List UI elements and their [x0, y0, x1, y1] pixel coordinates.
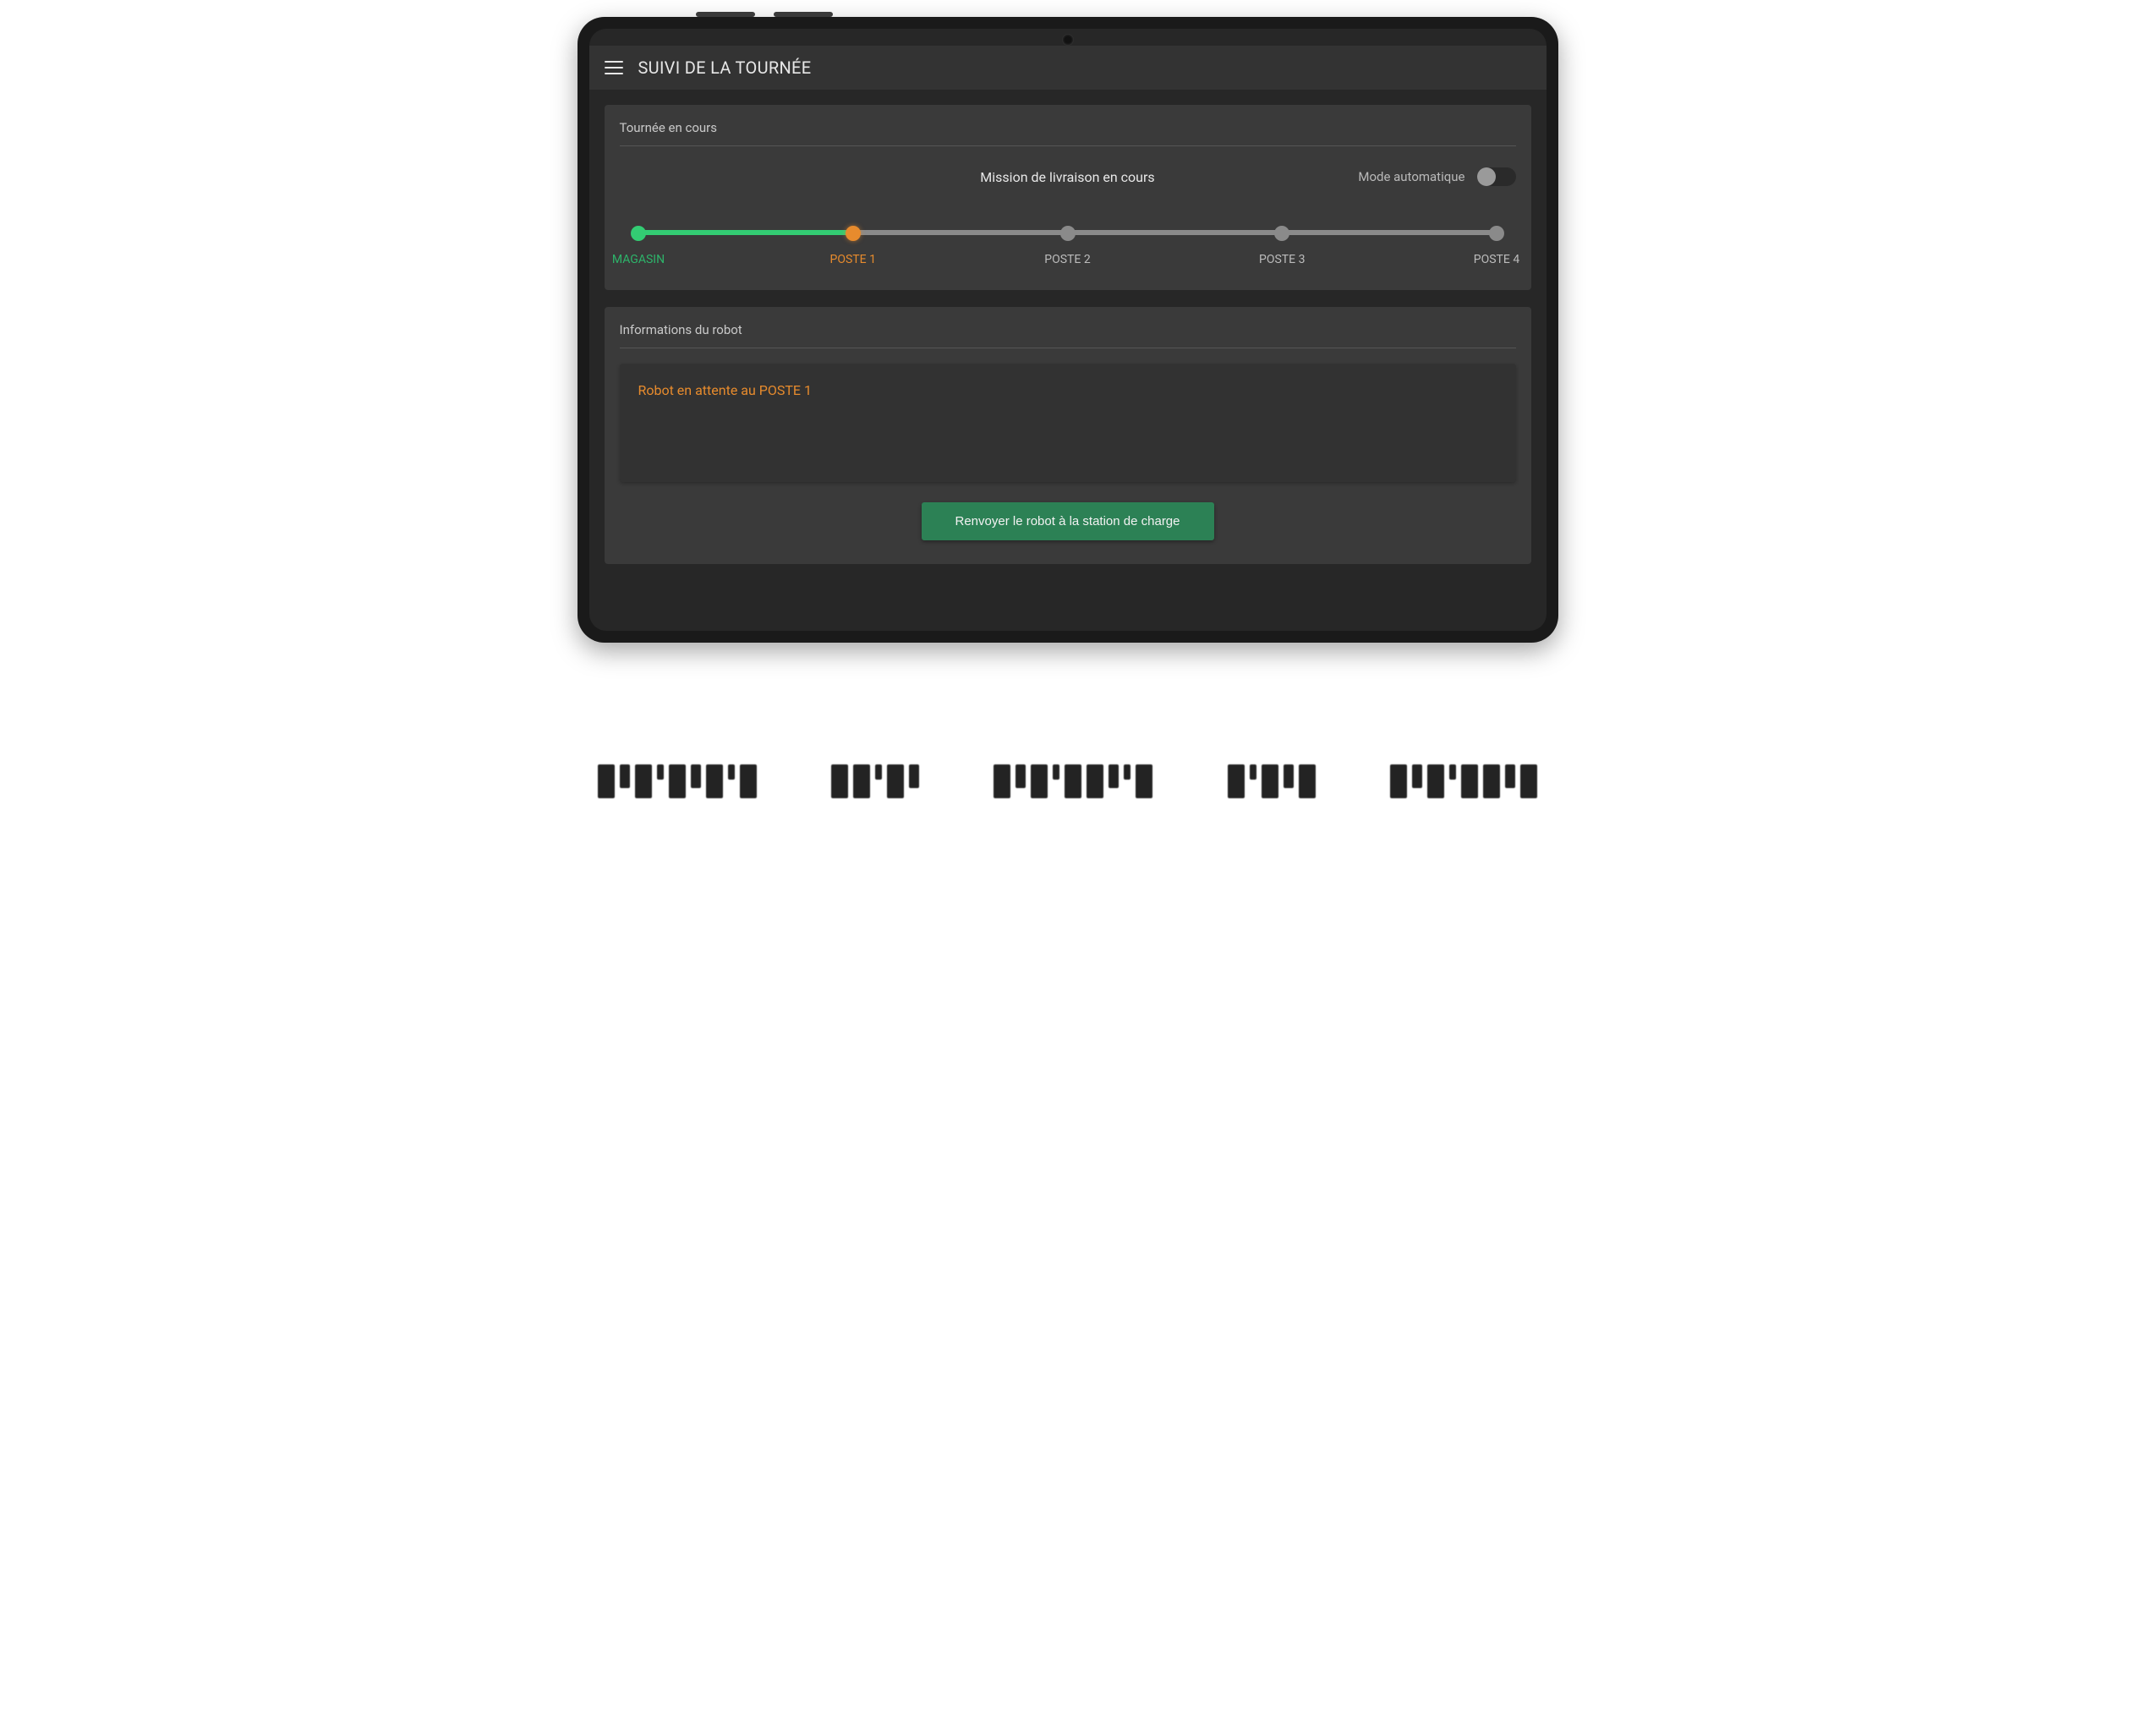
step-label: POSTE 3: [1259, 253, 1305, 266]
robot-info-card: Informations du robot Robot en attente a…: [605, 307, 1531, 564]
menu-icon[interactable]: [605, 61, 623, 74]
app-screen: SUIVI DE LA TOURNÉE Tournée en cours Mis…: [589, 29, 1547, 631]
content-area: Tournée en cours Mission de livraison en…: [589, 90, 1547, 631]
auto-mode-control: Mode automatique: [1358, 162, 1515, 192]
return-robot-button[interactable]: Renvoyer le robot à la station de charge: [922, 502, 1214, 540]
step-label: POSTE 4: [1474, 253, 1519, 266]
progress-stepper: MAGASIN POSTE 1 POSTE 2 POSTE 3 POSTE 4: [620, 226, 1516, 266]
auto-mode-label: Mode automatique: [1358, 169, 1464, 184]
step-poste-3: POSTE 3: [1282, 226, 1283, 266]
tablet-hw-buttons: [696, 12, 833, 17]
auto-mode-toggle[interactable]: [1477, 167, 1516, 186]
mission-status: Mission de livraison en cours: [980, 169, 1154, 185]
step-dot: [631, 226, 646, 241]
tablet-camera: [1062, 34, 1074, 46]
step-connector: [1066, 230, 1284, 235]
step-label: POSTE 2: [1044, 253, 1090, 266]
step-magasin: MAGASIN: [638, 226, 639, 266]
step-label: POSTE 1: [830, 253, 876, 266]
mission-row: Mission de livraison en cours Mode autom…: [620, 162, 1516, 192]
step-dot: [1060, 226, 1076, 241]
step-poste-2: POSTE 2: [1067, 226, 1068, 266]
toggle-knob: [1477, 167, 1496, 186]
page-title: SUIVI DE LA TOURNÉE: [638, 58, 812, 78]
step-connector: [638, 230, 855, 235]
step-label: MAGASIN: [612, 253, 665, 266]
step-connector: [851, 230, 1069, 235]
step-dot: [846, 226, 861, 241]
step-dot: [1274, 226, 1289, 241]
step-poste-1: POSTE 1: [852, 226, 853, 266]
tour-card-title: Tournée en cours: [620, 120, 1516, 146]
decorative-shadow: [561, 744, 1575, 798]
tour-card: Tournée en cours Mission de livraison en…: [605, 105, 1531, 290]
step-connector: [1281, 230, 1498, 235]
tablet-frame: SUIVI DE LA TOURNÉE Tournée en cours Mis…: [578, 17, 1558, 643]
robot-status-box: Robot en attente au POSTE 1: [620, 364, 1516, 482]
step-dot: [1489, 226, 1504, 241]
robot-info-title: Informations du robot: [620, 322, 1516, 348]
robot-status-text: Robot en attente au POSTE 1: [638, 382, 812, 398]
app-bar: SUIVI DE LA TOURNÉE: [589, 46, 1547, 90]
